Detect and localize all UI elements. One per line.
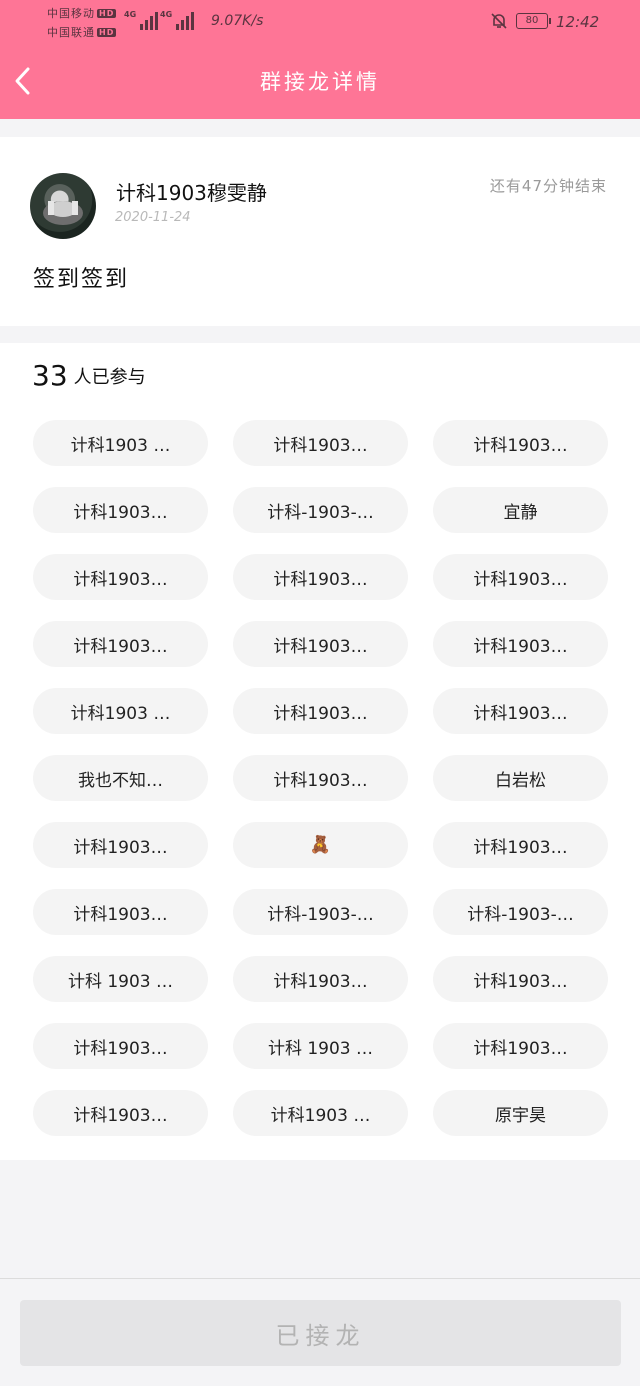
participant-chip[interactable]: 计科1903… xyxy=(433,688,608,734)
signal-icon: 4G xyxy=(124,10,159,30)
participant-chip[interactable]: 计科-1903-… xyxy=(433,889,608,935)
participant-chip[interactable]: 计科1903… xyxy=(33,554,208,600)
battery-icon: 80 xyxy=(516,13,551,29)
post-content: 签到签到 xyxy=(33,267,130,292)
participant-chip[interactable]: 计科1903 … xyxy=(33,688,208,734)
footer-bar: 已接龙 xyxy=(0,1278,640,1386)
participant-chip[interactable]: 宜静 xyxy=(433,487,608,533)
participant-chip[interactable]: 计科1903… xyxy=(433,956,608,1002)
participant-chip[interactable]: 计科1903… xyxy=(433,822,608,868)
time-remaining: 还有47分钟结束 xyxy=(489,177,607,195)
page-title: 群接龙详情 xyxy=(260,70,380,94)
hd-badge: HD xyxy=(97,28,117,37)
participant-chip[interactable]: 计科1903 … xyxy=(33,420,208,466)
participant-chip[interactable]: 计科1903… xyxy=(233,755,408,801)
participant-chip[interactable]: 原宇昊 xyxy=(433,1090,608,1136)
joined-button: 已接龙 xyxy=(20,1300,621,1366)
participant-count-label: 人已参与 xyxy=(73,367,146,388)
participant-chip[interactable]: 白岩松 xyxy=(433,755,608,801)
participant-chip[interactable]: 计科1903… xyxy=(233,554,408,600)
participant-chip[interactable]: 计科 1903 … xyxy=(33,956,208,1002)
author-name: 计科1903穆雯静 xyxy=(116,181,267,205)
post-card: 计科1903穆雯静 2020-11-24 还有47分钟结束 签到签到 xyxy=(0,137,640,326)
hd-badge: HD xyxy=(97,9,117,18)
post-date: 2020-11-24 xyxy=(115,210,191,225)
bell-muted-icon xyxy=(490,12,508,30)
participant-chip[interactable]: 计科1903… xyxy=(433,420,608,466)
status-bar: 中国移动 HD 中国联通 HD 4G 4G 9.07K/s 80 12:42 xyxy=(0,0,640,46)
participant-chip[interactable]: 计科1903… xyxy=(33,1090,208,1136)
participant-chip[interactable]: 计科1903… xyxy=(433,621,608,667)
participants-panel: 33 人已参与 计科1903 … 计科1903… 计科1903… 计科1903… 计科-1… xyxy=(0,343,640,1160)
clock: 12:42 xyxy=(556,13,600,31)
participant-chip[interactable]: 我也不知… xyxy=(33,755,208,801)
participant-chip[interactable]: 🧸 xyxy=(233,822,408,868)
participant-count-number: 33 xyxy=(32,359,68,392)
carrier-2: 中国联通 HD xyxy=(47,26,117,39)
participant-chip[interactable]: 计科1903… xyxy=(233,956,408,1002)
participant-chip[interactable]: 计科-1903-… xyxy=(233,487,408,533)
participant-chip[interactable]: 计科1903… xyxy=(33,1023,208,1069)
participant-chip[interactable]: 计科1903… xyxy=(433,1023,608,1069)
signal-icon: 4G xyxy=(160,10,195,30)
participant-chip[interactable]: 计科1903… xyxy=(33,487,208,533)
participant-chip[interactable]: 计科1903… xyxy=(233,688,408,734)
participant-count: 33 人已参与 xyxy=(32,359,146,392)
avatar[interactable] xyxy=(30,173,96,239)
participant-chip[interactable]: 计科1903… xyxy=(233,621,408,667)
participant-chip[interactable]: 计科1903 … xyxy=(233,1090,408,1136)
participant-chip[interactable]: 计科1903… xyxy=(433,554,608,600)
carrier-1: 中国移动 HD xyxy=(47,7,117,20)
participant-grid: 计科1903 … 计科1903… 计科1903… 计科1903… 计科-1903-… 宜静… xyxy=(33,420,608,1136)
network-speed: 9.07K/s xyxy=(211,13,264,29)
participant-chip[interactable]: 计科1903… xyxy=(33,621,208,667)
participant-chip[interactable]: 计科1903… xyxy=(33,889,208,935)
app-header: 中国移动 HD 中国联通 HD 4G 4G 9.07K/s 80 12:42 群接龙… xyxy=(0,0,640,119)
participant-chip[interactable]: 计科1903… xyxy=(33,822,208,868)
participant-chip[interactable]: 计科1903… xyxy=(233,420,408,466)
participant-chip[interactable]: 计科-1903-… xyxy=(233,889,408,935)
participant-chip[interactable]: 计科 1903 … xyxy=(233,1023,408,1069)
